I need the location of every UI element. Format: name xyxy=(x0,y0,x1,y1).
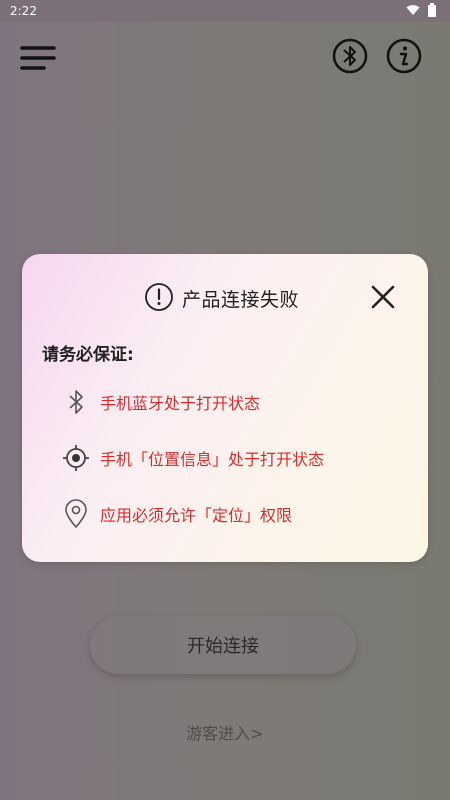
menu-button[interactable] xyxy=(16,40,60,76)
battery-icon xyxy=(428,3,436,17)
close-button[interactable] xyxy=(368,282,398,312)
status-icons xyxy=(406,3,436,17)
top-bar xyxy=(0,30,450,80)
location-pin-icon xyxy=(60,498,92,530)
requirement-text: 应用必须允许「定位」权限 xyxy=(100,506,293,525)
requirement-item: 手机蓝牙处于打开状态 xyxy=(60,386,400,418)
menu-icon xyxy=(20,46,56,70)
info-button[interactable] xyxy=(384,36,424,76)
wifi-icon xyxy=(406,5,420,15)
connection-failed-dialog: 产品连接失败 请务必保证: 手机蓝牙处于打开状态 手机「位置信息」处于打开状态 … xyxy=(22,254,428,562)
bluetooth-icon xyxy=(332,38,368,74)
close-icon xyxy=(371,285,395,309)
dialog-header: 产品连接失败 xyxy=(22,282,428,312)
status-time: 2:22 xyxy=(10,4,37,18)
dialog-title: 产品连接失败 xyxy=(182,289,300,311)
requirement-item: 应用必须允许「定位」权限 xyxy=(60,498,400,530)
dialog-subtitle: 请务必保证: xyxy=(42,345,134,365)
bluetooth-button[interactable] xyxy=(330,36,370,76)
location-target-icon xyxy=(60,442,92,474)
requirement-text: 手机蓝牙处于打开状态 xyxy=(100,394,261,413)
start-connect-button[interactable]: 开始连接 xyxy=(90,616,356,674)
info-icon xyxy=(386,38,422,74)
status-bar: 2:22 xyxy=(0,0,450,22)
bluetooth-icon xyxy=(60,386,92,418)
guest-entry-link[interactable]: 游客进入> xyxy=(0,720,450,744)
warning-icon xyxy=(145,283,173,311)
requirement-text: 手机「位置信息」处于打开状态 xyxy=(100,450,325,469)
requirement-item: 手机「位置信息」处于打开状态 xyxy=(60,442,400,474)
